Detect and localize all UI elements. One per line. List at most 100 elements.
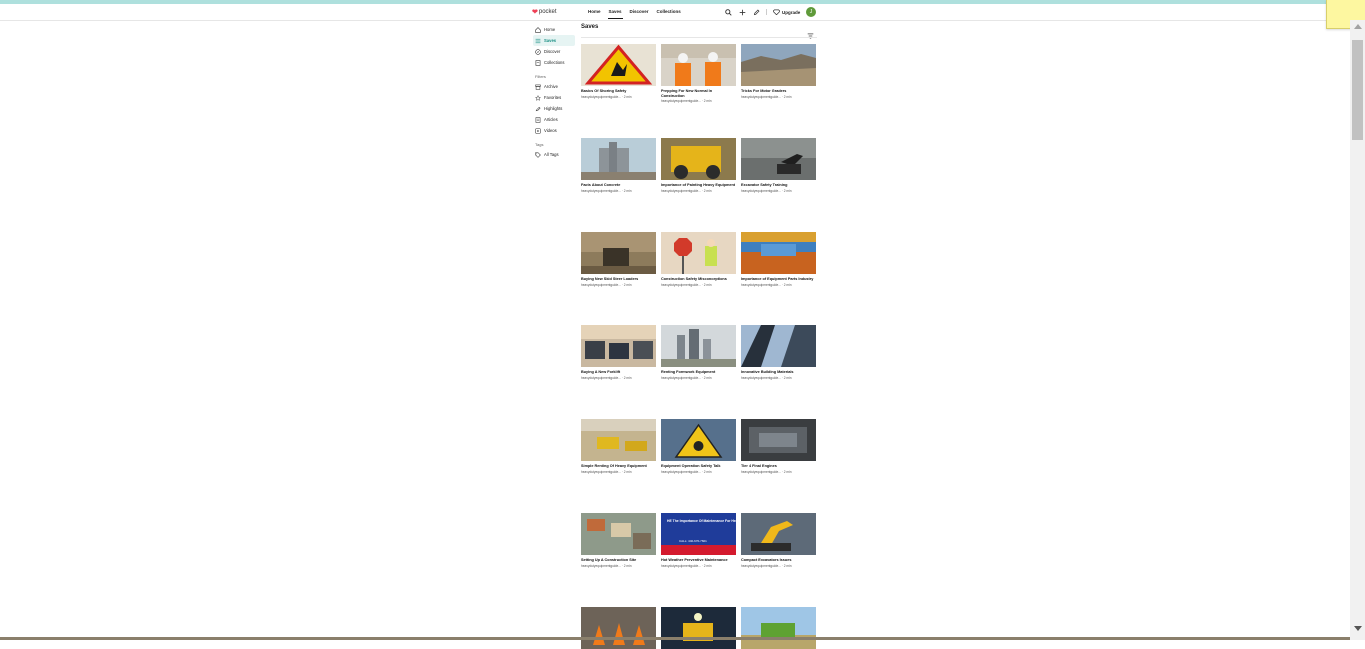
saved-item-card[interactable]: Tier 4 Final Engines heavydutyequipmentgu…: [741, 419, 816, 474]
sidebar-item-saves[interactable]: Saves: [533, 35, 575, 46]
card-thumbnail[interactable]: [581, 419, 656, 461]
sidebar: Home Saves Discover Collections Filters …: [533, 24, 575, 160]
card-thumbnail[interactable]: [581, 325, 656, 367]
card-thumbnail[interactable]: [741, 232, 816, 274]
card-thumbnail[interactable]: [741, 44, 816, 86]
search-icon[interactable]: [724, 8, 732, 16]
saved-item-card[interactable]: Equipment Operation Safety Talk heavyduty…: [661, 419, 736, 474]
page-scrollbar[interactable]: [1350, 20, 1365, 640]
card-thumbnail[interactable]: [581, 232, 656, 274]
card-meta: heavydutyequipmentguide... · 2 min: [661, 563, 712, 568]
card-title[interactable]: Compact Excavators Issues: [741, 558, 816, 563]
card-thumbnail[interactable]: [741, 419, 816, 461]
sidebar-item-highlights[interactable]: Highlights: [533, 103, 575, 114]
saved-item-card[interactable]: Compact Excavators Issues heavydutyequipm…: [741, 513, 816, 568]
card-thumbnail[interactable]: [661, 325, 736, 367]
saved-item-card[interactable]: [581, 607, 656, 649]
card-thumbnail[interactable]: [741, 138, 816, 180]
scroll-up-arrow-icon[interactable]: [1354, 24, 1362, 29]
card-thumbnail[interactable]: [741, 325, 816, 367]
saved-item-card[interactable]: Excavator Safety Training heavydutyequipm…: [741, 138, 816, 193]
sidebar-item-home[interactable]: Home: [533, 24, 575, 35]
card-title[interactable]: Importance of Equipment Parts Industry: [741, 277, 816, 282]
card-thumbnail[interactable]: HE The Importance Of Maintenance For Hea…: [661, 513, 736, 555]
sidebar-item-archive[interactable]: Archive: [533, 81, 575, 92]
sort-icon[interactable]: [807, 26, 814, 44]
saved-item-card[interactable]: Setting Up A Construction Site heavydutye…: [581, 513, 656, 568]
page-title: Saves: [581, 24, 599, 30]
saved-item-card[interactable]: Tricks For Motor Graders heavydutyequipme…: [741, 44, 816, 99]
avatar[interactable]: J: [806, 7, 816, 17]
card-title[interactable]: Prepping For New Normal In Construction: [661, 89, 736, 98]
saved-item-card[interactable]: Importance of Equipment Parts Industry he…: [741, 232, 816, 287]
saved-item-card[interactable]: Importance of Painting Heavy Equipment he…: [661, 138, 736, 193]
filters-heading: Filters: [535, 74, 546, 79]
card-thumbnail[interactable]: [661, 419, 736, 461]
card-title[interactable]: Importance of Painting Heavy Equipment: [661, 183, 736, 188]
sidebar-item-all-tags[interactable]: All Tags: [533, 149, 575, 160]
card-title[interactable]: Simple Renting Of Heavy Equipment: [581, 464, 656, 469]
card-meta: heavydutyequipmentguide... · 2 min: [741, 563, 792, 568]
card-thumbnail[interactable]: [741, 607, 816, 649]
diamond-icon: [773, 9, 780, 15]
card-title[interactable]: Buying New Skid Steer Loaders: [581, 277, 656, 282]
card-title[interactable]: Equipment Operation Safety Talk: [661, 464, 736, 469]
saved-item-card[interactable]: Prepping For New Normal In Construction h…: [661, 44, 736, 103]
card-thumbnail[interactable]: [581, 138, 656, 180]
tab-home[interactable]: Home: [584, 4, 605, 20]
card-title[interactable]: Basics Of Shoring Safety: [581, 89, 656, 94]
card-title[interactable]: Facts About Concrete: [581, 183, 656, 188]
saved-item-card[interactable]: Buying New Skid Steer Loaders heavydutyeq…: [581, 232, 656, 287]
saved-item-card[interactable]: Renting Formwork Equipment heavydutyequip…: [661, 325, 736, 380]
saved-item-card[interactable]: [741, 607, 816, 649]
card-thumbnail[interactable]: [661, 138, 736, 180]
tab-saves[interactable]: Saves: [605, 4, 626, 20]
pocket-logo[interactable]: ❤ pocket: [532, 8, 557, 16]
card-meta: heavydutyequipmentguide... · 2 min: [581, 563, 632, 568]
sidebar-item-collections[interactable]: Collections: [533, 57, 575, 68]
card-title[interactable]: Innovative Building Materials: [741, 370, 816, 375]
nav-actions: Upgrade: [724, 4, 800, 20]
sidebar-item-favorites[interactable]: Favorites: [533, 92, 575, 103]
saved-item-card[interactable]: Construction Safety Misconceptions heavyd…: [661, 232, 736, 287]
saved-item-card[interactable]: HE The Importance Of Maintenance For Hea…: [661, 513, 736, 568]
card-title[interactable]: Excavator Safety Training: [741, 183, 816, 188]
card-title[interactable]: Buying A New Forklift: [581, 370, 656, 375]
sidebar-item-videos[interactable]: Videos: [533, 125, 575, 136]
card-title[interactable]: Tier 4 Final Engines: [741, 464, 816, 469]
upgrade-button[interactable]: Upgrade: [766, 9, 800, 15]
card-thumbnail[interactable]: [581, 607, 656, 649]
card-thumbnail[interactable]: [661, 607, 736, 649]
saved-item-card[interactable]: Basics Of Shoring Safety heavydutyequipme…: [581, 44, 656, 99]
scrollbar-thumb[interactable]: [1352, 40, 1363, 140]
sidebar-item-label: Articles: [544, 117, 558, 122]
card-meta: heavydutyequipmentguide... · 2 min: [741, 282, 792, 287]
card-title[interactable]: Tricks For Motor Graders: [741, 89, 816, 94]
saved-item-card[interactable]: Simple Renting Of Heavy Equipment heavydu…: [581, 419, 656, 474]
card-thumbnail[interactable]: [661, 44, 736, 86]
add-icon[interactable]: [738, 8, 746, 16]
card-title[interactable]: Hot Weather Preventive Maintenance: [661, 558, 736, 563]
card-thumbnail[interactable]: [741, 513, 816, 555]
card-thumbnail[interactable]: [581, 513, 656, 555]
list-icon: [535, 38, 541, 43]
saved-item-card[interactable]: Buying A New Forklift heavydutyequipmentg…: [581, 325, 656, 380]
sidebar-item-label: Archive: [544, 84, 558, 89]
pocket-logo-mark: ❤: [532, 9, 538, 16]
compass-icon: [535, 48, 541, 55]
card-title[interactable]: Renting Formwork Equipment: [661, 370, 736, 375]
sidebar-item-discover[interactable]: Discover: [533, 46, 575, 57]
tab-collections[interactable]: Collections: [653, 4, 685, 20]
sidebar-item-articles[interactable]: Articles: [533, 114, 575, 125]
card-title[interactable]: Setting Up A Construction Site: [581, 558, 656, 563]
saved-item-card[interactable]: Facts About Concrete heavydutyequipmentgu…: [581, 138, 656, 193]
tab-discover[interactable]: Discover: [626, 4, 653, 20]
card-thumbnail[interactable]: [661, 232, 736, 274]
scroll-down-arrow-icon[interactable]: [1354, 626, 1362, 631]
saved-item-card[interactable]: Innovative Building Materials heavydutyeq…: [741, 325, 816, 380]
card-title[interactable]: Construction Safety Misconceptions: [661, 277, 736, 282]
edit-icon[interactable]: [752, 8, 760, 16]
card-meta: heavydutyequipmentguide... · 2 min: [661, 469, 712, 474]
card-thumbnail[interactable]: [581, 44, 656, 86]
saved-item-card[interactable]: [661, 607, 736, 649]
